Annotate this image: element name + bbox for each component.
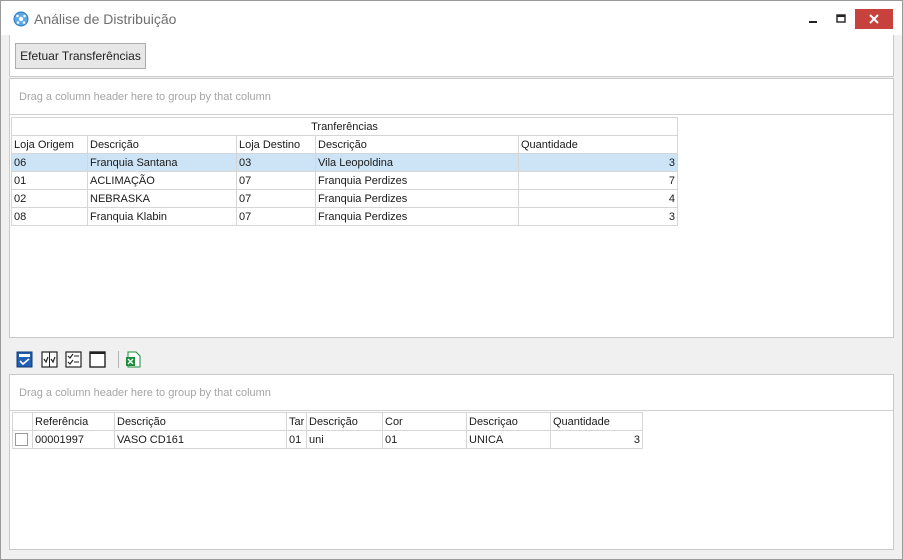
cell-loja-destino[interactable]: 03 (236, 153, 316, 172)
items-grid-panel: Drag a column header here to group by th… (9, 374, 894, 550)
minimize-icon (809, 21, 817, 23)
cell-loja-destino[interactable]: 07 (236, 189, 316, 208)
cell-descricao-cor[interactable]: UNICA (466, 430, 551, 449)
excel-export-icon[interactable] (125, 351, 142, 368)
maximize-button[interactable] (831, 9, 851, 29)
grid-tools-toolbar (9, 345, 894, 374)
maximize-icon (836, 14, 846, 23)
column-header-descricao-origem[interactable]: Descrição (87, 135, 237, 154)
cell-cor[interactable]: 01 (382, 430, 467, 449)
table-row[interactable]: 00001997 VASO CD161 01 uni 01 UNICA 3 (12, 430, 643, 449)
select-all-icon[interactable] (16, 351, 33, 368)
cell-quantidade[interactable]: 3 (550, 430, 643, 449)
cell-quantidade[interactable]: 4 (517, 189, 679, 208)
cell-loja-origem[interactable]: 02 (11, 189, 88, 208)
cell-quantidade[interactable]: 3 (517, 153, 679, 172)
minimize-button[interactable] (803, 9, 823, 29)
transfers-grid: Tranferências Loja Origem Descrição Loja… (10, 117, 679, 226)
cell-loja-destino[interactable]: 07 (236, 207, 316, 226)
table-row[interactable]: 08 Franquia Klabin 07 Franquia Perdizes … (11, 207, 679, 226)
group-by-panel[interactable]: Drag a column header here to group by th… (10, 375, 893, 411)
row-checkbox-cell[interactable] (12, 430, 33, 449)
cell-descricao-produto[interactable]: VASO CD161 (114, 430, 287, 449)
cell-quantidade[interactable]: 3 (517, 207, 679, 226)
cell-referencia[interactable]: 00001997 (32, 430, 115, 449)
cell-tamanho[interactable]: 01 (286, 430, 307, 449)
cell-loja-destino[interactable]: 07 (236, 171, 316, 190)
column-header-descricao-produto[interactable]: Descrição (114, 412, 287, 431)
table-row[interactable]: 02 NEBRASKA 07 Franquia Perdizes 4 (11, 189, 679, 208)
cell-quantidade[interactable]: 7 (517, 171, 679, 190)
check-list-icon[interactable] (65, 351, 82, 368)
column-header-loja-destino[interactable]: Loja Destino (236, 135, 316, 154)
column-header-checkbox[interactable] (12, 412, 33, 431)
column-header-quantidade[interactable]: Quantidade (517, 135, 679, 154)
column-header-cor[interactable]: Cor (382, 412, 467, 431)
cell-loja-origem[interactable]: 08 (11, 207, 88, 226)
cell-descricao-origem[interactable]: Franquia Santana (87, 153, 237, 172)
column-header-referencia[interactable]: Referência (32, 412, 115, 431)
column-header-descricao-cor[interactable]: Descriçao (466, 412, 551, 431)
toolbar-separator (118, 351, 119, 368)
cell-descricao-origem[interactable]: ACLIMAÇÃO (87, 171, 237, 190)
cell-descricao-destino[interactable]: Franquia Perdizes (315, 189, 519, 208)
cell-descricao-origem[interactable]: NEBRASKA (87, 189, 237, 208)
cell-loja-origem[interactable]: 06 (11, 153, 88, 172)
cell-descricao-destino[interactable]: Franquia Perdizes (315, 207, 519, 226)
group-by-panel[interactable]: Drag a column header here to group by th… (10, 79, 893, 115)
column-header-quantidade[interactable]: Quantidade (550, 412, 643, 431)
globe-icon (13, 11, 29, 27)
cell-loja-origem[interactable]: 01 (11, 171, 88, 190)
title-bar: Análise de Distribuição (1, 1, 902, 35)
column-header-loja-origem[interactable]: Loja Origem (11, 135, 88, 154)
check-rows-icon[interactable] (41, 351, 58, 368)
row-checkbox[interactable] (15, 433, 28, 446)
cell-descricao-origem[interactable]: Franquia Klabin (87, 207, 237, 226)
clear-selection-icon[interactable] (89, 351, 106, 368)
table-row[interactable]: 06 Franquia Santana 03 Vila Leopoldina 3 (11, 153, 679, 172)
cell-descricao-destino[interactable]: Vila Leopoldina (315, 153, 519, 172)
efetuar-transferencias-button[interactable]: Efetuar Transferências (15, 43, 146, 69)
action-toolbar: Efetuar Transferências (9, 35, 894, 77)
cell-descricao-destino[interactable]: Franquia Perdizes (315, 171, 519, 190)
band-header-transferencias[interactable]: Tranferências (10, 117, 679, 136)
app-window: Análise de Distribuição Efetuar Transfer… (0, 0, 903, 560)
close-icon (869, 14, 879, 24)
column-header-descricao-destino[interactable]: Descrição (315, 135, 519, 154)
transfers-grid-panel: Drag a column header here to group by th… (9, 78, 894, 338)
column-header-descricao-tamanho[interactable]: Descrição (306, 412, 383, 431)
close-button[interactable] (855, 9, 893, 29)
cell-descricao-tamanho[interactable]: uni (306, 430, 383, 449)
table-row[interactable]: 01 ACLIMAÇÃO 07 Franquia Perdizes 7 (11, 171, 679, 190)
window-title: Análise de Distribuição (34, 11, 177, 27)
items-grid: Referência Descrição Tar Descrição Cor D… (12, 412, 643, 449)
column-header-tamanho[interactable]: Tar (286, 412, 307, 431)
